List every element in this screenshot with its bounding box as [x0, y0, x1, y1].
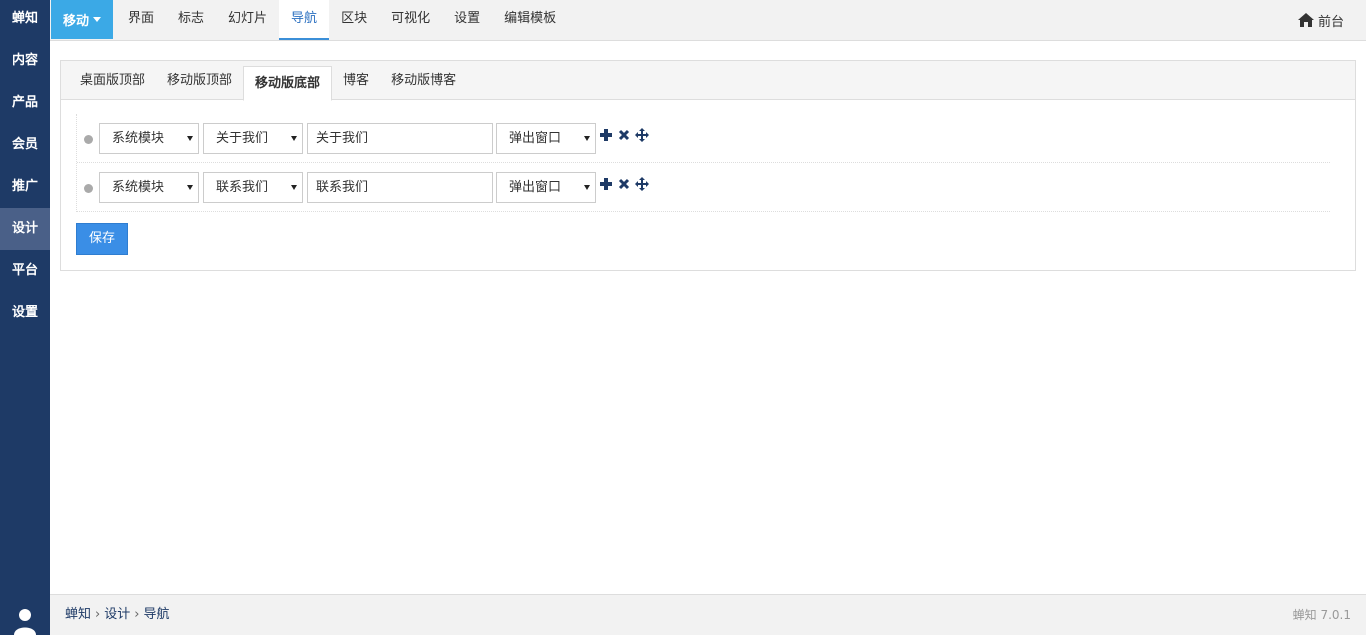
- sidebar-item-design[interactable]: 设计: [0, 208, 50, 250]
- brand-logo[interactable]: 蝉知: [0, 0, 50, 40]
- device-switch-dropdown[interactable]: 移动: [51, 0, 113, 39]
- user-icon: [14, 609, 36, 635]
- select-arrow-icon: [291, 136, 297, 141]
- move-icon[interactable]: [635, 177, 649, 191]
- sidebar-item-platform[interactable]: 平台: [0, 250, 50, 292]
- sidebar-item-members[interactable]: 会员: [0, 124, 50, 166]
- select-arrow-icon: [584, 185, 590, 190]
- chevron-right-icon: ›: [95, 607, 101, 622]
- tab-interface[interactable]: 界面: [116, 0, 166, 40]
- nav-item-list: 系统模块 关于我们 关于我们 弹出窗口 系统模块 联系我们 联系我们 弹出窗口: [76, 114, 1330, 212]
- select-arrow-icon: [187, 185, 193, 190]
- tab-visual[interactable]: 可视化: [379, 0, 442, 40]
- save-button[interactable]: 保存: [76, 223, 128, 255]
- move-icon[interactable]: [635, 128, 649, 142]
- nav-page-value: 联系我们: [216, 180, 269, 195]
- delete-icon[interactable]: [617, 128, 631, 142]
- nav-item-row: 系统模块 关于我们 关于我们 弹出窗口: [77, 114, 1330, 163]
- nav-title-input[interactable]: 关于我们: [307, 123, 493, 154]
- nav-type-value: 系统模块: [112, 131, 165, 146]
- tab-slides[interactable]: 幻灯片: [216, 0, 279, 40]
- breadcrumb: 蝉知 › 设计 › 导航: [65, 595, 169, 635]
- tab-blocks[interactable]: 区块: [329, 0, 379, 40]
- nav-target-value: 弹出窗口: [509, 131, 562, 146]
- tab-edit-template[interactable]: 编辑模板: [492, 0, 568, 40]
- tab-desktop-top[interactable]: 桌面版顶部: [69, 61, 156, 100]
- chevron-right-icon: ›: [134, 607, 140, 622]
- nav-title-input[interactable]: 联系我们: [307, 172, 493, 203]
- frontend-link[interactable]: 前台: [1297, 0, 1344, 40]
- tab-mobile-top[interactable]: 移动版顶部: [156, 61, 243, 100]
- nav-type-value: 系统模块: [112, 180, 165, 195]
- device-switch-label: 移动: [62, 14, 89, 29]
- frontend-label: 前台: [1317, 14, 1344, 30]
- tab-navigation[interactable]: 导航: [279, 0, 330, 40]
- nav-page-value: 关于我们: [216, 131, 269, 146]
- tab-mobile-bottom[interactable]: 移动版底部: [243, 66, 333, 101]
- select-arrow-icon: [187, 136, 193, 141]
- select-arrow-icon: [291, 185, 297, 190]
- add-icon[interactable]: [599, 177, 613, 191]
- nav-item-row: 系统模块 联系我们 联系我们 弹出窗口: [77, 163, 1330, 212]
- add-icon[interactable]: [599, 128, 613, 142]
- breadcrumb-home[interactable]: 蝉知: [65, 595, 91, 635]
- sidebar-item-products[interactable]: 产品: [0, 82, 50, 124]
- nav-target-select[interactable]: 弹出窗口: [496, 172, 596, 203]
- nav-target-value: 弹出窗口: [509, 180, 562, 195]
- tab-mobile-blog[interactable]: 移动版博客: [380, 61, 467, 100]
- tab-logo[interactable]: 标志: [166, 0, 216, 40]
- breadcrumb-design[interactable]: 设计: [104, 595, 130, 635]
- top-navbar: 移动 界面 标志 幻灯片 导航 区块 可视化 设置 编辑模板 前台: [50, 0, 1366, 41]
- drag-dot-icon[interactable]: [84, 184, 93, 193]
- sidebar: 蝉知 内容 产品 会员 推广 设计 平台 设置: [0, 0, 50, 635]
- breadcrumb-navigation[interactable]: 导航: [143, 595, 169, 635]
- nav-page-select[interactable]: 联系我们: [203, 172, 303, 203]
- nav-type-select[interactable]: 系统模块: [99, 172, 199, 203]
- nav-type-select[interactable]: 系统模块: [99, 123, 199, 154]
- nav-page-select[interactable]: 关于我们: [203, 123, 303, 154]
- nav-target-select[interactable]: 弹出窗口: [496, 123, 596, 154]
- drag-dot-icon[interactable]: [84, 135, 93, 144]
- design-tabs: 界面 标志 幻灯片 导航 区块 可视化 设置 编辑模板: [116, 0, 568, 40]
- version-label[interactable]: 蝉知 7.0.1: [1293, 595, 1351, 635]
- footer: 蝉知 › 设计 › 导航 蝉知 7.0.1: [50, 594, 1366, 635]
- tab-settings[interactable]: 设置: [442, 0, 492, 40]
- sidebar-item-promotion[interactable]: 推广: [0, 166, 50, 208]
- navigation-panel: 桌面版顶部 移动版顶部 移动版底部 博客 移动版博客 系统模块 关于我们 关于我…: [60, 60, 1356, 271]
- sidebar-item-settings[interactable]: 设置: [0, 292, 50, 334]
- nav-type-tabs: 桌面版顶部 移动版顶部 移动版底部 博客 移动版博客: [61, 61, 1355, 101]
- user-menu[interactable]: [0, 595, 50, 635]
- delete-icon[interactable]: [617, 177, 631, 191]
- home-icon: [1297, 13, 1314, 27]
- select-arrow-icon: [584, 136, 590, 141]
- caret-down-icon: [93, 17, 101, 22]
- tab-blog[interactable]: 博客: [332, 61, 380, 100]
- sidebar-item-content[interactable]: 内容: [0, 40, 50, 82]
